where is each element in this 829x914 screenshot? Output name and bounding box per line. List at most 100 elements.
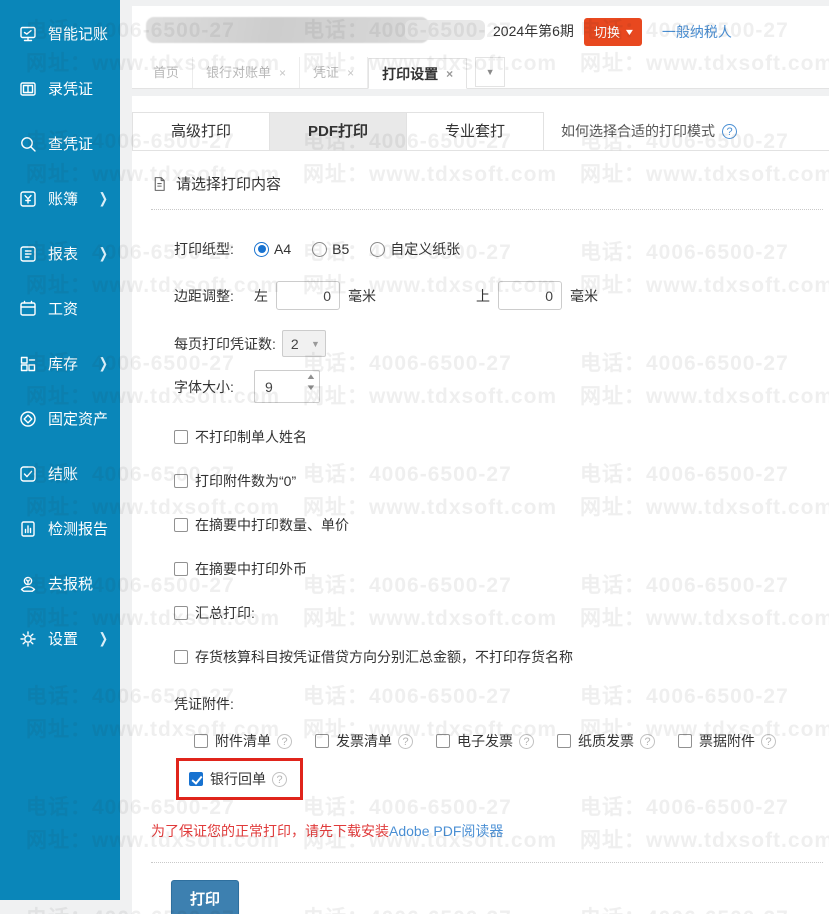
checkbox[interactable]: [174, 606, 188, 620]
smart-accounting-icon: [18, 24, 38, 44]
checkbox-label: 存货核算科目按凭证借贷方向分别汇总金额，不打印存货名称: [195, 647, 573, 667]
chevron-right-icon: ❯: [99, 190, 108, 207]
section-title: 请选择打印内容: [176, 173, 281, 194]
option-row: 存货核算科目按凭证借贷方向分别汇总金额，不打印存货名称: [174, 647, 829, 667]
sidebar-item-fixed-assets[interactable]: 固定资产: [0, 391, 120, 446]
checkbox-label: 不打印制单人姓名: [195, 427, 307, 447]
checkbox[interactable]: [174, 650, 188, 664]
sidebar-item-label: 固定资产: [48, 408, 108, 429]
checkbox[interactable]: [315, 734, 329, 748]
bank-receipt-highlight-box: 银行回单 ?: [176, 758, 303, 800]
paper-option-label: 自定义纸张: [390, 239, 460, 259]
option-row: 汇总打印:: [174, 603, 829, 623]
mode-tab-专业套打[interactable]: 专业套打: [407, 113, 544, 150]
margin-left-input[interactable]: [276, 281, 340, 310]
help-question-icon[interactable]: ?: [722, 124, 737, 139]
attachment-label: 票据附件: [699, 731, 755, 751]
margin-top-unit: 毫米: [570, 286, 598, 306]
close-icon[interactable]: ×: [279, 58, 286, 88]
sidebar-item-reports[interactable]: 报表❯: [0, 226, 120, 281]
question-icon[interactable]: ?: [398, 734, 413, 749]
checkbox[interactable]: [436, 734, 450, 748]
voucher-entry-icon: [18, 79, 38, 99]
open-tabs-bar: 首页银行对账单×凭证×打印设置×▼: [132, 57, 829, 89]
sidebar-item-smart-accounting[interactable]: 智能记账: [0, 6, 120, 61]
sidebar-item-voucher-entry[interactable]: 录凭证: [0, 61, 120, 116]
option-row: 不打印制单人姓名: [174, 427, 829, 447]
vouchers-per-page-select[interactable]: 2 ▼: [282, 330, 326, 357]
stepper-up-icon[interactable]: ▲: [305, 373, 316, 381]
checkbox[interactable]: [557, 734, 571, 748]
option-row: 打印附件数为“0”: [174, 471, 829, 491]
margin-top-label: 上: [476, 286, 490, 306]
attachment-label: 附件清单: [215, 731, 271, 751]
tab-打印设置[interactable]: 打印设置×: [368, 58, 467, 89]
margin-left-label: 左: [254, 286, 268, 306]
radio-icon: [370, 242, 385, 257]
checkbox[interactable]: [194, 734, 208, 748]
attachments-label: 凭证附件:: [174, 694, 829, 714]
spacer: [132, 89, 829, 96]
checkbox-label: 在摘要中打印数量、单价: [195, 515, 349, 535]
checkbox[interactable]: [678, 734, 692, 748]
font-size-row: 字体大小: 9 ▲ ▼: [174, 370, 829, 403]
bank-receipt-checkbox[interactable]: [189, 772, 203, 786]
question-icon[interactable]: ?: [519, 734, 534, 749]
pdf-reader-link[interactable]: Adobe PDF阅读器: [389, 823, 503, 839]
checkbox[interactable]: [174, 518, 188, 532]
option-row: 在摘要中打印外币: [174, 559, 829, 579]
mode-tab-高级打印[interactable]: 高级打印: [133, 113, 270, 150]
attachment-option-纸质发票: 纸质发票?: [557, 731, 655, 751]
question-icon[interactable]: ?: [761, 734, 776, 749]
tab-首页[interactable]: 首页: [140, 57, 193, 88]
paper-option-A4[interactable]: A4: [254, 241, 291, 257]
payroll-icon: [18, 299, 38, 319]
sidebar-item-inventory[interactable]: 库存❯: [0, 336, 120, 391]
close-icon[interactable]: ×: [347, 58, 354, 88]
question-icon[interactable]: ?: [640, 734, 655, 749]
close-icon[interactable]: ×: [446, 59, 453, 89]
sidebar-item-settings[interactable]: 设置❯: [0, 611, 120, 666]
sidebar-item-closing[interactable]: 结账: [0, 446, 120, 501]
print-button[interactable]: 打印: [171, 880, 239, 914]
sidebar-item-inspection[interactable]: 检测报告: [0, 501, 120, 556]
tab-list-dropdown[interactable]: ▼: [475, 57, 505, 87]
paper-option-自定义纸张[interactable]: 自定义纸张: [370, 239, 460, 259]
sidebar-item-tax-filing[interactable]: 去报税: [0, 556, 120, 611]
bank-receipt-question-icon[interactable]: ?: [272, 772, 287, 787]
chevron-right-icon: ❯: [99, 245, 108, 262]
stepper-down-icon[interactable]: ▼: [305, 384, 316, 392]
checkbox[interactable]: [174, 430, 188, 444]
mode-tab-PDF打印[interactable]: PDF打印: [270, 113, 407, 150]
margin-top-group: 上 毫米: [476, 281, 606, 310]
tab-凭证[interactable]: 凭证 ×: [300, 57, 368, 88]
taxpayer-type-link[interactable]: 一般纳税人: [662, 22, 732, 42]
question-icon[interactable]: ?: [277, 734, 292, 749]
print-mode-help: 如何选择合适的打印模式 ?: [544, 112, 737, 150]
stepper-arrows: ▲ ▼: [307, 373, 315, 392]
checkbox[interactable]: [174, 474, 188, 488]
switch-period-button[interactable]: 切换 ▼: [584, 18, 642, 46]
document-icon: [151, 175, 168, 193]
vouchers-per-page-row: 每页打印凭证数: 2 ▼: [174, 330, 829, 357]
sidebar-item-label: 工资: [48, 298, 78, 319]
paper-option-B5[interactable]: B5: [312, 241, 349, 257]
tab-银行对账单[interactable]: 银行对账单×: [193, 57, 300, 88]
sidebar-item-voucher-search[interactable]: 查凭证: [0, 116, 120, 171]
bank-receipt-label: 银行回单: [210, 769, 266, 789]
sidebar-item-label: 设置: [48, 628, 78, 649]
checkbox-label: 汇总打印:: [195, 603, 255, 623]
sidebar-item-ledger[interactable]: 账簿 ❯: [0, 171, 120, 226]
sidebar: 智能记账录凭证查凭证账簿❯报表❯工资库存❯固定资产结账检测报告去报税设置❯: [0, 0, 120, 900]
paper-option-label: A4: [274, 241, 291, 257]
tab-label: 凭证: [313, 58, 339, 88]
attachment-label: 发票清单: [336, 731, 392, 751]
sidebar-item-payroll[interactable]: 工资: [0, 281, 120, 336]
checkbox[interactable]: [174, 562, 188, 576]
print-settings-card: 高级打印PDF打印专业套打 如何选择合适的打印模式 ? 请选择打印内容 打印纸型…: [132, 96, 829, 914]
font-size-stepper[interactable]: 9 ▲ ▼: [254, 370, 320, 403]
inspection-icon: [18, 519, 38, 539]
margin-top-input[interactable]: [498, 281, 562, 310]
attachment-option-附件清单: 附件清单?: [194, 731, 292, 751]
sidebar-item-label: 账簿: [48, 188, 78, 209]
